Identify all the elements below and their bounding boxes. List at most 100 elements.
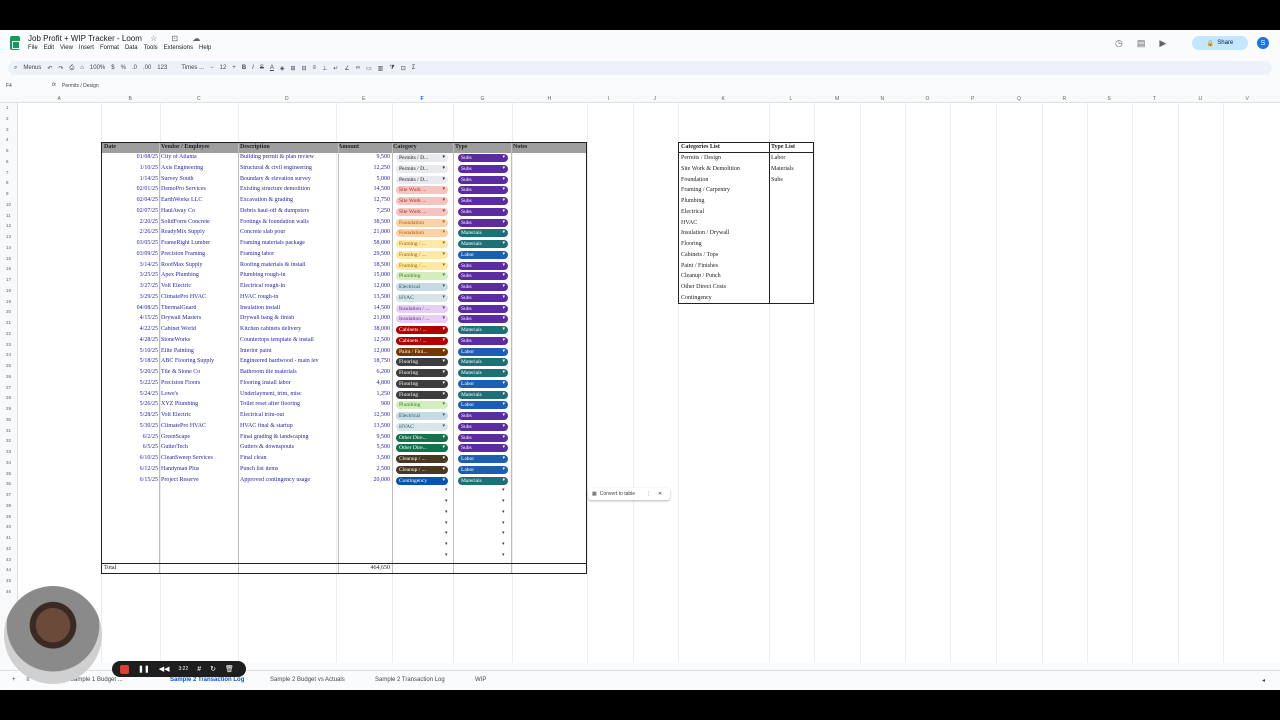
chevron-down-icon[interactable]: ▾ (502, 401, 505, 409)
chevron-down-icon[interactable]: ▾ (442, 337, 445, 345)
strikethrough-icon[interactable]: S (260, 65, 264, 71)
cell-vendor[interactable]: GreenScape (161, 434, 237, 440)
row-header[interactable]: 39 (6, 514, 11, 519)
type-dropdown[interactable]: Materials ▾ (458, 240, 508, 248)
cell-date[interactable]: 6/2/25 (104, 434, 158, 440)
cell-amount[interactable]: 5,000 (342, 176, 391, 182)
cell-vendor[interactable]: Tile & Stone Co (161, 369, 237, 375)
cell-date[interactable]: 3/14/25 (104, 262, 158, 268)
category-dropdown[interactable]: Permits / D... ▾ (396, 175, 448, 184)
chevron-down-icon[interactable]: ▾ (442, 369, 445, 377)
row-header[interactable]: 46 (6, 589, 11, 594)
chevron-down-icon[interactable]: ▾ (502, 444, 505, 452)
column-header[interactable]: P (971, 96, 974, 102)
cell-vendor[interactable]: ClimatePro HVAC (161, 423, 237, 429)
cell-amount[interactable]: 12,500 (342, 412, 391, 418)
chevron-down-icon[interactable]: ▾ (502, 219, 505, 227)
row-header[interactable]: 44 (6, 567, 11, 572)
bold-icon[interactable]: B (242, 65, 246, 71)
chevron-down-icon[interactable]: ▾ (502, 294, 505, 302)
cell-amount[interactable]: 900 (342, 401, 390, 407)
share-button[interactable]: 🔒 Share (1192, 36, 1248, 50)
cell-date[interactable]: 4/15/25 (104, 315, 158, 321)
row-header[interactable]: 24 (6, 352, 11, 357)
chevron-down-icon[interactable]: ▾ (442, 391, 445, 399)
menu-tools[interactable]: Tools (144, 45, 158, 51)
empty-type-dropdown[interactable]: ▾ (502, 541, 505, 547)
cell-date[interactable]: 4/28/25 (104, 337, 158, 343)
chevron-down-icon[interactable]: ▾ (442, 262, 445, 270)
redo-icon[interactable]: ↷ (58, 65, 63, 72)
chevron-down-icon[interactable]: ▾ (502, 197, 505, 205)
category-dropdown[interactable]: Other Dire... ▾ (396, 444, 448, 453)
chevron-down-icon[interactable]: ▾ (502, 369, 505, 377)
meet-icon[interactable]: ▶ (1159, 38, 1166, 49)
empty-category-dropdown[interactable]: ▾ (445, 530, 448, 536)
category-dropdown[interactable]: Other Dire... ▾ (396, 433, 448, 442)
cell-amount[interactable]: 12,500 (342, 337, 391, 343)
cell-vendor[interactable]: City of Atlanta (161, 154, 237, 160)
category-list-item[interactable]: Other Direct Costs (681, 284, 726, 290)
font-select[interactable]: Times ... (181, 65, 204, 71)
row-header[interactable]: 12 (6, 223, 11, 228)
row-header[interactable]: 37 (6, 492, 11, 497)
chevron-down-icon[interactable]: ▾ (442, 444, 445, 452)
cell-vendor[interactable]: Lowe's (161, 391, 237, 397)
chevron-down-icon[interactable]: ▾ (502, 455, 505, 463)
type-dropdown[interactable]: Labor ▾ (458, 401, 508, 410)
column-header[interactable]: R (1063, 96, 1067, 102)
cell-description[interactable]: Countertops template & install (240, 337, 337, 343)
cell-amount[interactable]: 7,250 (342, 208, 391, 214)
column-header[interactable]: V (1246, 96, 1249, 102)
tab-sample-2-transaction-log-active[interactable]: Sample 2 Transaction Log (170, 677, 244, 683)
cell-amount[interactable]: 58,000 (342, 240, 391, 246)
cell-vendor[interactable]: ReadyMix Supply (161, 229, 237, 235)
valign-icon[interactable]: ⊥ (322, 65, 327, 72)
print-icon[interactable]: ⎙ (69, 65, 74, 72)
category-dropdown[interactable]: Foundation ▾ (396, 229, 448, 238)
category-dropdown[interactable]: Permits / D... ▾ (396, 154, 448, 162)
cell-vendor[interactable]: Volt Electric (161, 283, 237, 289)
row-header[interactable]: 9 (6, 191, 9, 196)
search-icon[interactable]: ⌕ (14, 65, 17, 72)
chevron-down-icon[interactable]: ▾ (442, 176, 445, 184)
cell-vendor[interactable]: Survey South (161, 176, 237, 182)
cell-description[interactable]: Debris haul-off & dumpsters (240, 208, 337, 214)
cell-amount[interactable]: 9,500 (342, 154, 391, 160)
type-dropdown[interactable]: Materials ▾ (458, 229, 508, 238)
chevron-down-icon[interactable]: ▾ (442, 326, 445, 334)
chevron-down-icon[interactable]: ▾ (502, 251, 505, 259)
type-dropdown[interactable]: Subs ▾ (458, 164, 508, 173)
cell-description[interactable]: Framing materials package (240, 240, 337, 246)
cell-date[interactable]: 04/08/25 (104, 305, 158, 311)
row-header[interactable]: 29 (6, 406, 11, 411)
row-header[interactable]: 22 (6, 331, 11, 336)
row-header[interactable]: 13 (6, 234, 11, 239)
filter-icon[interactable]: ⧩ (389, 65, 394, 72)
comment-icon[interactable]: ▭ (366, 65, 372, 72)
cell-amount[interactable]: 4,800 (342, 380, 391, 386)
cell-vendor[interactable]: StoneWorks (161, 337, 237, 343)
category-dropdown[interactable]: Plumbing ▾ (396, 272, 448, 281)
empty-category-dropdown[interactable]: ▾ (445, 487, 448, 493)
type-dropdown[interactable]: Subs ▾ (458, 175, 508, 184)
cell-amount[interactable]: 13,500 (342, 294, 391, 300)
chevron-down-icon[interactable]: ▾ (442, 272, 445, 280)
row-header[interactable]: 16 (6, 266, 11, 271)
type-list-header[interactable]: Type List (771, 144, 795, 150)
column-header[interactable]: F (421, 96, 424, 102)
cell-description[interactable]: Final clean (240, 455, 337, 461)
category-list-item[interactable]: Permits / Design (681, 155, 721, 161)
cell-amount[interactable]: 13,500 (342, 423, 391, 429)
cell-description[interactable]: Boundary & elevation survey (240, 176, 337, 182)
type-dropdown[interactable]: Labor ▾ (458, 347, 508, 356)
cell-date[interactable]: 5/30/25 (104, 423, 158, 429)
cell-vendor[interactable]: DemoPro Services (161, 186, 237, 192)
column-header[interactable]: L (790, 96, 793, 102)
row-header[interactable]: 2 (6, 116, 9, 121)
column-header[interactable]: O (926, 96, 930, 102)
type-dropdown[interactable]: Materials ▾ (458, 369, 508, 377)
chevron-down-icon[interactable]: ▾ (502, 315, 505, 323)
category-dropdown[interactable]: Flooring ▾ (396, 390, 448, 399)
type-list-item[interactable]: Labor (771, 155, 785, 161)
